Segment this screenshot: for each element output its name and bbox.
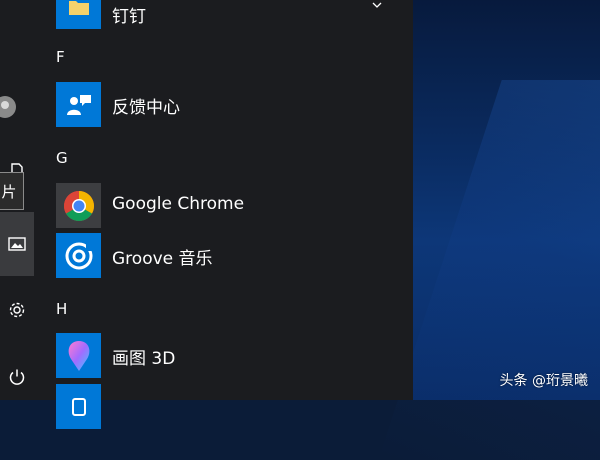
start-menu: 片 钉钉 F 反馈中心 G Google Chrome Groove 音乐 H …	[0, 0, 413, 429]
settings-gear-icon	[9, 302, 25, 318]
group-letter-f[interactable]: F	[56, 48, 65, 66]
app-tile	[56, 183, 101, 228]
chrome-icon	[63, 190, 94, 221]
pictures-button[interactable]	[0, 212, 34, 276]
feedback-hub-icon	[66, 94, 91, 115]
start-left-rail: 片	[0, 0, 34, 400]
paint-3d-icon	[68, 340, 89, 371]
app-tile	[56, 384, 101, 429]
app-name: 钉钉	[112, 7, 146, 27]
app-tile	[56, 82, 101, 127]
app-name: 反馈中心	[112, 98, 180, 118]
group-letter-h[interactable]: H	[56, 300, 67, 318]
app-item-google-chrome[interactable]: Google Chrome	[34, 181, 413, 231]
tooltip-label: 片	[1, 182, 17, 201]
rail-tooltip: 片	[0, 172, 24, 210]
groove-music-icon	[65, 242, 93, 269]
user-avatar-icon[interactable]	[0, 96, 16, 118]
app-name: Groove 音乐	[112, 249, 213, 269]
app-tile	[56, 0, 101, 29]
folder-icon	[68, 0, 89, 15]
app-item-feedback-hub[interactable]: 反馈中心	[34, 80, 413, 130]
group-letter-g[interactable]: G	[56, 149, 68, 167]
app-name: 画图 3D	[112, 349, 176, 369]
app-item-dingtalk[interactable]: 钉钉	[34, 0, 413, 32]
app-list: 钉钉 F 反馈中心 G Google Chrome Groove 音乐 H 画图…	[34, 0, 413, 429]
watermark: 头条 @珩景曦	[500, 370, 588, 390]
app-tile	[56, 333, 101, 378]
app-tile	[56, 233, 101, 278]
watermark-text: 头条 @珩景曦	[499, 373, 588, 389]
chevron-down-icon[interactable]	[372, 0, 382, 10]
app-name: Google Chrome	[112, 194, 245, 214]
pictures-icon	[8, 237, 26, 251]
settings-button[interactable]	[0, 285, 34, 335]
power-icon	[9, 369, 25, 385]
app-item-paint-3d[interactable]: 画图 3D	[34, 331, 413, 381]
app-item-partial[interactable]	[34, 382, 413, 432]
app-item-groove-music[interactable]: Groove 音乐	[34, 231, 413, 281]
power-button[interactable]	[0, 352, 34, 402]
